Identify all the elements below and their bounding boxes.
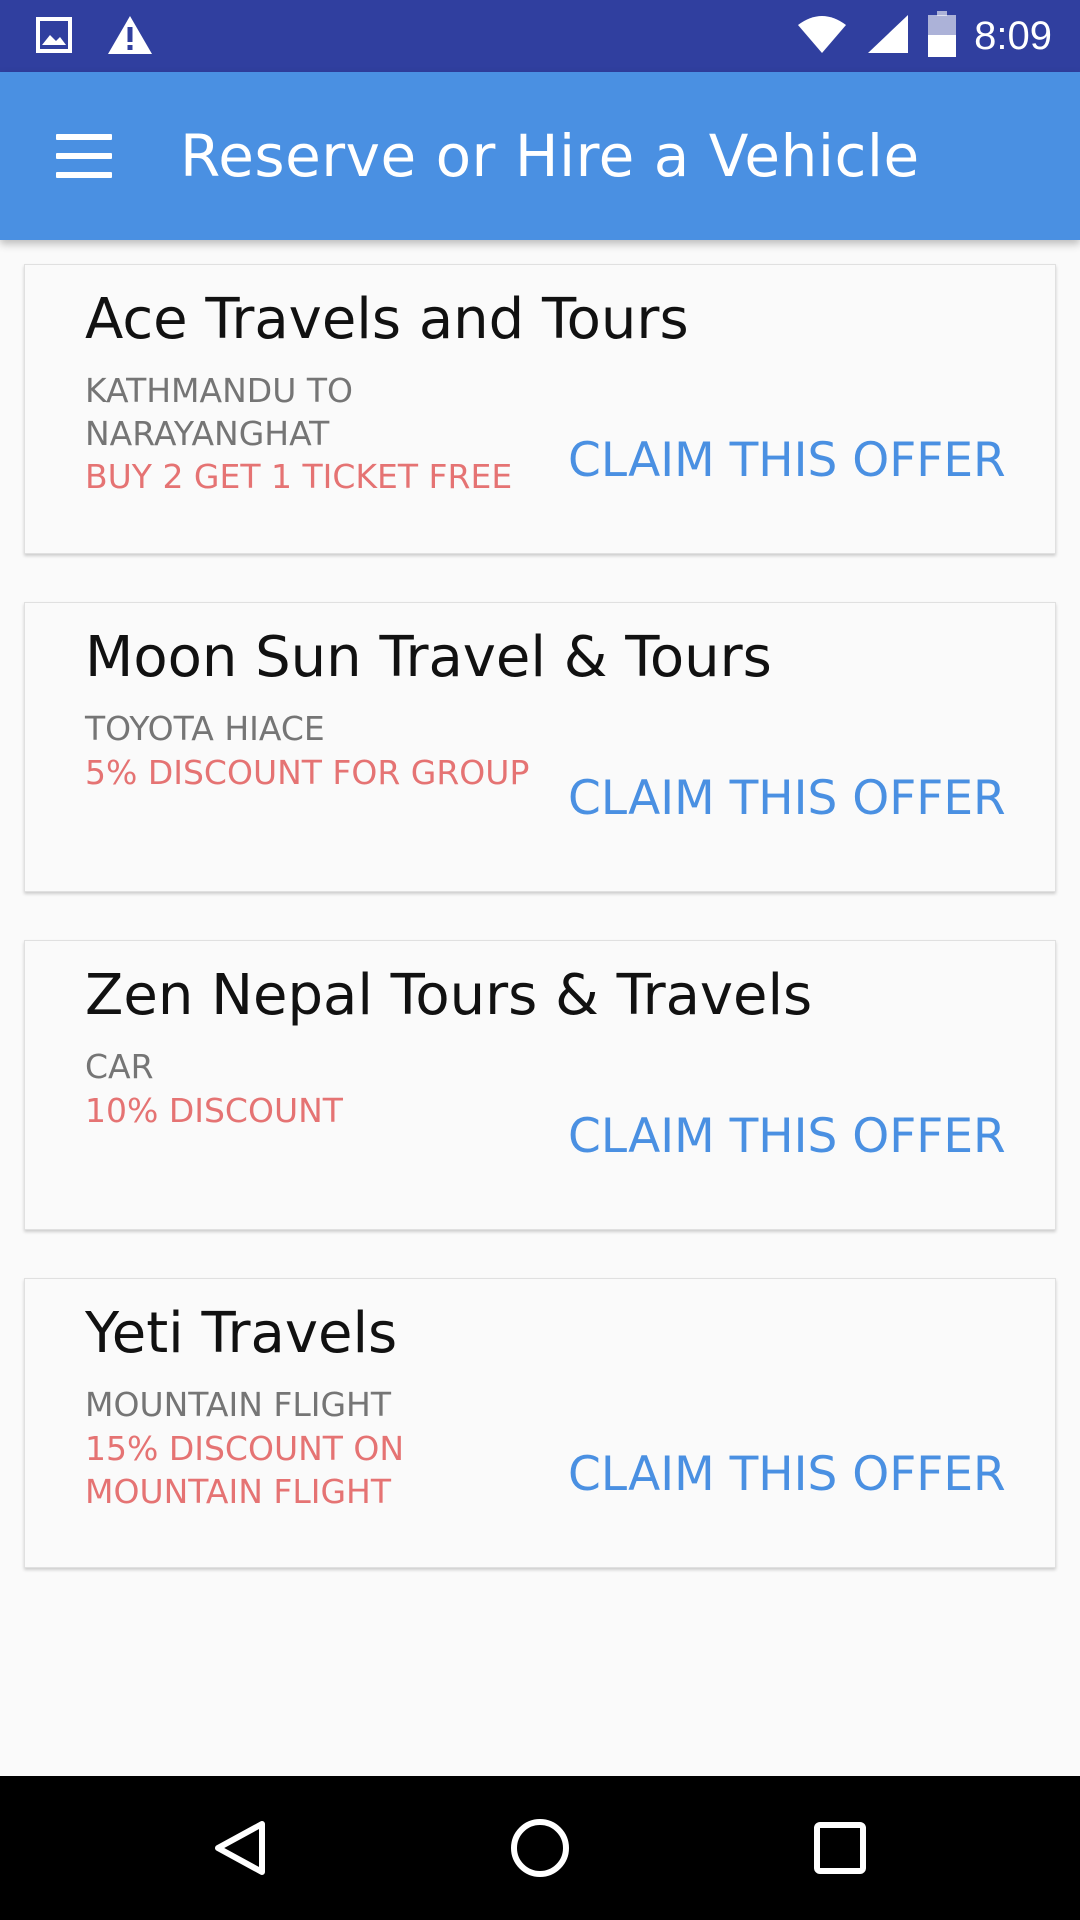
offer-description: 15% DISCOUNT ON MOUNTAIN FLIGHT [85, 1429, 405, 1511]
offer-card: Zen Nepal Tours & Travels CAR 10% DISCOU… [24, 940, 1056, 1230]
claim-offer-button[interactable]: CLAIM THIS OFFER [568, 433, 1006, 488]
offer-description: 5% DISCOUNT FOR GROUP [85, 753, 530, 792]
agency-name: Zen Nepal Tours & Travels [85, 963, 813, 1028]
wifi-icon [796, 13, 848, 59]
battery-icon [928, 11, 957, 61]
menu-icon[interactable] [48, 126, 120, 186]
claim-offer-button[interactable]: CLAIM THIS OFFER [568, 771, 1006, 826]
claim-offer-button[interactable]: CLAIM THIS OFFER [568, 1447, 1006, 1502]
back-icon[interactable] [208, 1816, 272, 1880]
offer-description: 10% DISCOUNT [85, 1091, 343, 1130]
page-title: Reserve or Hire a Vehicle [180, 122, 920, 190]
offer-list: Ace Travels and Tours KATHMANDU TO NARAY… [24, 264, 1056, 1616]
claim-offer-button[interactable]: CLAIM THIS OFFER [568, 1109, 1006, 1164]
status-bar: 8:09 [0, 0, 1080, 72]
agency-name: Moon Sun Travel & Tours [85, 625, 772, 690]
offer-card: Moon Sun Travel & Tours TOYOTA HIACE 5% … [24, 602, 1056, 892]
home-icon[interactable] [508, 1816, 572, 1880]
navigation-bar [0, 1776, 1080, 1920]
offer-card: Ace Travels and Tours KATHMANDU TO NARAY… [24, 264, 1056, 554]
offer-subtitle: TOYOTA HIACE [85, 709, 325, 748]
offer-card: Yeti Travels MOUNTAIN FLIGHT 15% DISCOUN… [24, 1278, 1056, 1568]
agency-name: Ace Travels and Tours [85, 287, 689, 352]
offer-description: BUY 2 GET 1 TICKET FREE [85, 457, 513, 496]
clock: 8:09 [974, 13, 1052, 58]
offer-subtitle: KATHMANDU TO NARAYANGHAT [85, 371, 353, 453]
agency-name: Yeti Travels [85, 1301, 398, 1366]
image-icon [36, 17, 72, 57]
recents-icon[interactable] [808, 1816, 872, 1880]
warning-icon [106, 14, 154, 60]
offer-subtitle: CAR [85, 1047, 154, 1086]
app-bar: Reserve or Hire a Vehicle [0, 72, 1080, 240]
signal-icon [866, 13, 910, 59]
offer-subtitle: MOUNTAIN FLIGHT [85, 1385, 392, 1424]
